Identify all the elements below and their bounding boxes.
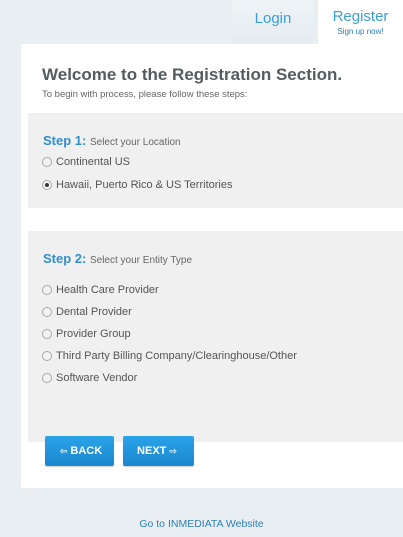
step1-label: Select your Location [89, 137, 181, 148]
radio-dental-provider[interactable] [42, 307, 52, 317]
location-option-label: Continental US [56, 156, 130, 168]
back-button-label: BACK [70, 445, 103, 457]
tab-register-label: Register [332, 8, 389, 25]
next-button[interactable]: NEXT ⇨ [123, 436, 194, 466]
location-option-hawaii[interactable]: Hawaii, Puerto Rico & US Territories [42, 178, 232, 192]
radio-third-party-billing[interactable] [42, 351, 52, 361]
entity-option-label: Dental Provider [56, 306, 132, 318]
registration-card: Welcome to the Registration Section. To … [21, 44, 403, 488]
page-subtitle: To begin with process, please follow the… [42, 89, 248, 100]
entity-option-label: Third Party Billing Company/Clearinghous… [56, 350, 297, 362]
back-button[interactable]: ⇦ BACK [45, 436, 114, 466]
step1-number: Step 1: [43, 133, 87, 148]
entity-option-label: Provider Group [56, 328, 131, 340]
step2-number: Step 2: [43, 251, 87, 266]
step1-panel: Step 1: Select your Location Continental… [28, 113, 403, 208]
inmediata-website-link[interactable]: Go to INMEDIATA Website [0, 518, 403, 530]
entity-option-health-care-provider[interactable]: Health Care Provider [42, 283, 159, 297]
top-nav: Login Register Sign up now! [0, 0, 403, 44]
entity-option-dental-provider[interactable]: Dental Provider [42, 305, 132, 319]
step2-label: Select your Entity Type [89, 255, 193, 266]
radio-health-care-provider[interactable] [42, 285, 52, 295]
radio-provider-group[interactable] [42, 329, 52, 339]
step1-heading: Step 1: Select your Location [43, 133, 181, 148]
entity-option-label: Health Care Provider [56, 284, 159, 296]
entity-option-third-party-billing[interactable]: Third Party Billing Company/Clearinghous… [42, 349, 297, 363]
radio-software-vendor[interactable] [42, 373, 52, 383]
next-button-label: NEXT [137, 445, 167, 457]
arrow-left-icon: ⇦ [59, 445, 68, 456]
entity-option-software-vendor[interactable]: Software Vendor [42, 371, 137, 385]
radio-hawaii[interactable] [42, 180, 52, 190]
location-option-label: Hawaii, Puerto Rico & US Territories [56, 179, 233, 191]
page-title: Welcome to the Registration Section. [42, 65, 343, 84]
tab-register-sublabel: Sign up now! [337, 27, 384, 36]
step2-heading: Step 2: Select your Entity Type [43, 251, 192, 266]
radio-continental-us[interactable] [42, 157, 52, 167]
step2-panel: Step 2: Select your Entity Type Health C… [28, 231, 403, 442]
location-option-continental-us[interactable]: Continental US [42, 155, 130, 169]
tab-register[interactable]: Register Sign up now! [318, 0, 403, 44]
entity-option-label: Software Vendor [56, 372, 138, 384]
tab-login[interactable]: Login [232, 0, 314, 42]
entity-option-provider-group[interactable]: Provider Group [42, 327, 131, 341]
arrow-right-icon: ⇨ [169, 445, 177, 456]
